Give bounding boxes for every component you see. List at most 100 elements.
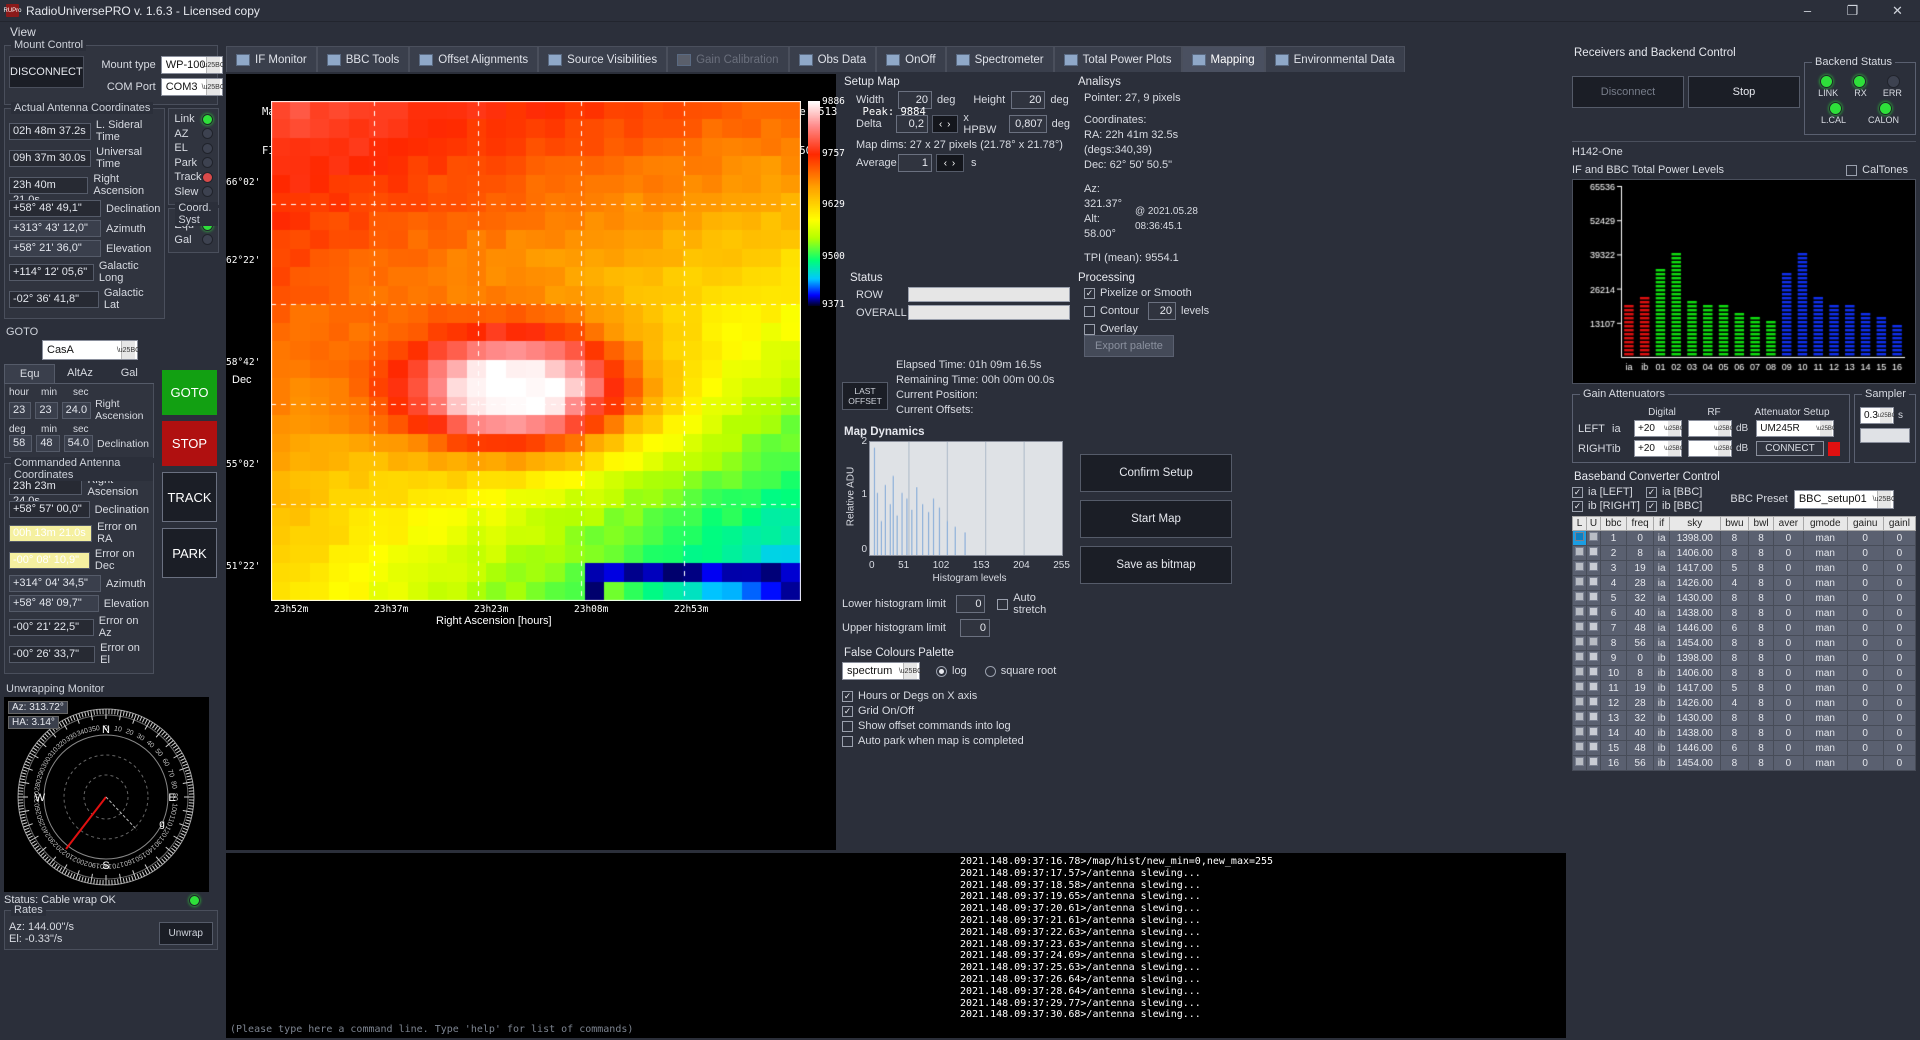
export-palette-button[interactable]: Export palette xyxy=(1084,335,1174,357)
bbc-cell-freq[interactable]: 0 xyxy=(1625,650,1655,666)
commanded-coord-value-5[interactable]: +58° 48' 09,7" xyxy=(9,595,99,612)
toolbar-tab-offset-alignments[interactable]: Offset Alignments xyxy=(409,46,539,72)
bbc-cell-gainu[interactable]: 0 xyxy=(1846,695,1884,711)
bbc-cell-gmode[interactable]: man xyxy=(1802,605,1848,621)
bbc-table-row[interactable]: 10 8 ib 1406.00 8 8 0 man 0 0 xyxy=(1572,665,1917,681)
bbc-cell-bwu[interactable]: 4 xyxy=(1719,575,1750,591)
bbc-l-checkbox[interactable] xyxy=(1575,697,1584,706)
bbc-cell-gainl[interactable]: 0 xyxy=(1882,725,1917,741)
bbc-check-ia-left[interactable] xyxy=(1572,486,1583,498)
bbc-table-row[interactable]: 12 28 ib 1426.00 4 8 0 man 0 0 xyxy=(1572,695,1917,711)
bbc-u-checkbox[interactable] xyxy=(1589,562,1598,571)
bbc-table-row[interactable]: 2 8 ia 1406.00 8 8 0 man 0 0 xyxy=(1572,545,1917,561)
actual-coord-value-5[interactable]: +58° 21' 36,0" xyxy=(9,240,101,257)
bbc-cell-if[interactable]: ia xyxy=(1653,605,1670,621)
goto-dec-min-input[interactable]: 48 xyxy=(36,435,60,452)
map-plot-panel[interactable]: Map Source: casa Size: 21.78 x 21.78° St… xyxy=(226,74,926,850)
bbc-cell-if[interactable]: ib xyxy=(1653,695,1670,711)
park-button[interactable]: PARK xyxy=(162,528,217,578)
bbc-table-row[interactable]: 11 19 ib 1417.00 5 8 0 man 0 0 xyxy=(1572,680,1917,696)
maximize-button[interactable]: ❐ xyxy=(1830,0,1875,22)
bbc-cell-bbc[interactable]: 7 xyxy=(1600,620,1627,636)
bbc-cell-bwl[interactable]: 8 xyxy=(1748,530,1774,546)
bbc-cell-bbc[interactable]: 9 xyxy=(1600,650,1627,666)
bbc-cell-gmode[interactable]: man xyxy=(1802,560,1848,576)
unwrapping-compass[interactable]: Az: 313.72° HA: 3.14° 0 10 20 30 40 50 60 70 80 9… xyxy=(4,697,209,892)
toolbar-tab-if-monitor[interactable]: IF Monitor xyxy=(226,46,317,72)
option-checkbox-3[interactable] xyxy=(842,735,853,747)
bbc-cell-bwu[interactable]: 8 xyxy=(1719,665,1750,681)
bbc-preset-select[interactable]: BBC_setup01 \u25BC xyxy=(1793,489,1896,509)
bbc-u-checkbox[interactable] xyxy=(1589,652,1598,661)
bbc-cell-aver[interactable]: 0 xyxy=(1772,650,1804,666)
bbc-cell-gainu[interactable]: 0 xyxy=(1846,755,1884,771)
bbc-u-checkbox[interactable] xyxy=(1589,697,1598,706)
bbc-cell-aver[interactable]: 0 xyxy=(1772,740,1804,756)
bbc-cell-gainl[interactable]: 0 xyxy=(1882,605,1917,621)
stop-button[interactable]: STOP xyxy=(162,421,217,466)
bbc-cell-sky[interactable]: 1446.00 xyxy=(1668,620,1721,636)
toolbar-tab-total-power-plots[interactable]: Total Power Plots xyxy=(1053,46,1182,72)
toolbar-tab-obs-data[interactable]: Obs Data xyxy=(788,46,877,72)
bbc-cell-sky[interactable]: 1417.00 xyxy=(1668,680,1721,696)
bbc-cell-gainl[interactable]: 0 xyxy=(1882,620,1917,636)
bbc-u-checkbox[interactable] xyxy=(1589,712,1598,721)
goto-ra-hour-input[interactable]: 23 xyxy=(9,401,32,419)
bbc-cell-gainu[interactable]: 0 xyxy=(1846,620,1884,636)
caltones-checkbox[interactable] xyxy=(1846,164,1858,176)
receiver-stop-button[interactable]: Stop xyxy=(1688,76,1800,108)
bbc-l-checkbox[interactable] xyxy=(1575,682,1584,691)
bbc-cell-gainl[interactable]: 0 xyxy=(1882,530,1917,546)
bbc-l-checkbox[interactable] xyxy=(1575,532,1584,541)
bbc-cell-bwu[interactable]: 8 xyxy=(1719,530,1750,546)
bbc-cell-if[interactable]: ib xyxy=(1653,755,1670,771)
bbc-cell-aver[interactable]: 0 xyxy=(1772,635,1804,651)
bbc-cell-bwu[interactable]: 8 xyxy=(1719,605,1750,621)
minimize-button[interactable]: – xyxy=(1785,0,1830,22)
confirm-setup-button[interactable]: Confirm Setup xyxy=(1080,454,1232,492)
bbc-cell-freq[interactable]: 40 xyxy=(1625,605,1655,621)
bbc-cell-bwu[interactable]: 8 xyxy=(1719,710,1750,726)
last-offset-button[interactable]: LAST OFFSET xyxy=(842,382,888,410)
toolbar-tab-source-visibilities[interactable]: Source Visibilities xyxy=(538,46,668,72)
unwrap-button[interactable]: Unwrap xyxy=(158,921,213,945)
setup-delta-spinner[interactable]: ‹ › xyxy=(931,115,959,133)
bbc-cell-bwu[interactable]: 6 xyxy=(1719,740,1750,756)
bbc-u-checkbox[interactable] xyxy=(1589,637,1598,646)
bbc-cell-freq[interactable]: 32 xyxy=(1625,590,1655,606)
bbc-table-row[interactable]: 4 28 ia 1426.00 4 8 0 man 0 0 xyxy=(1572,575,1917,591)
bbc-cell-gainl[interactable]: 0 xyxy=(1882,590,1917,606)
bbc-cell-aver[interactable]: 0 xyxy=(1772,725,1804,741)
bbc-cell-aver[interactable]: 0 xyxy=(1772,710,1804,726)
bbc-cell-bwl[interactable]: 8 xyxy=(1748,665,1774,681)
toolbar-tab-environmental-data[interactable]: Environmental Data xyxy=(1264,46,1405,72)
bbc-cell-bwl[interactable]: 8 xyxy=(1748,545,1774,561)
bbc-cell-bwl[interactable]: 8 xyxy=(1748,740,1774,756)
bbc-cell-sky[interactable]: 1430.00 xyxy=(1668,590,1721,606)
bbc-cell-if[interactable]: ia xyxy=(1653,635,1670,651)
bbc-cell-bbc[interactable]: 5 xyxy=(1600,590,1627,606)
bbc-cell-sky[interactable]: 1406.00 xyxy=(1668,545,1721,561)
bbc-cell-gmode[interactable]: man xyxy=(1802,665,1848,681)
actual-coord-value-2[interactable]: 23h 40m 21.0s xyxy=(9,176,89,206)
bbc-cell-gainl[interactable]: 0 xyxy=(1882,740,1917,756)
toolbar-tab-bbc-tools[interactable]: BBC Tools xyxy=(316,46,410,72)
bbc-cell-gainl[interactable]: 0 xyxy=(1882,545,1917,561)
gatt-right-digital-select[interactable]: +20 \u25BC xyxy=(1634,440,1684,457)
bbc-cell-aver[interactable]: 0 xyxy=(1772,695,1804,711)
commanded-coord-value-6[interactable]: -00° 21' 22,5" xyxy=(9,618,94,636)
bbc-cell-gainl[interactable]: 0 xyxy=(1882,560,1917,576)
scale-log-radio[interactable] xyxy=(936,665,947,677)
bbc-table-row[interactable]: 15 48 ib 1446.00 6 8 0 man 0 0 xyxy=(1572,740,1917,756)
bbc-cell-freq[interactable]: 56 xyxy=(1625,635,1655,651)
bbc-cell-aver[interactable]: 0 xyxy=(1772,755,1804,771)
bbc-table-row[interactable]: 5 32 ia 1430.00 8 8 0 man 0 0 xyxy=(1572,590,1917,606)
bbc-cell-bwl[interactable]: 8 xyxy=(1748,605,1774,621)
bbc-cell-freq[interactable]: 48 xyxy=(1625,620,1655,636)
bbc-u-checkbox[interactable] xyxy=(1589,682,1598,691)
bbc-cell-bwl[interactable]: 8 xyxy=(1748,725,1774,741)
bbc-cell-gmode[interactable]: man xyxy=(1802,545,1848,561)
contour-checkbox[interactable] xyxy=(1084,305,1095,317)
bbc-u-checkbox[interactable] xyxy=(1589,547,1598,556)
disconnect-button[interactable]: DISCONNECT xyxy=(9,56,84,88)
